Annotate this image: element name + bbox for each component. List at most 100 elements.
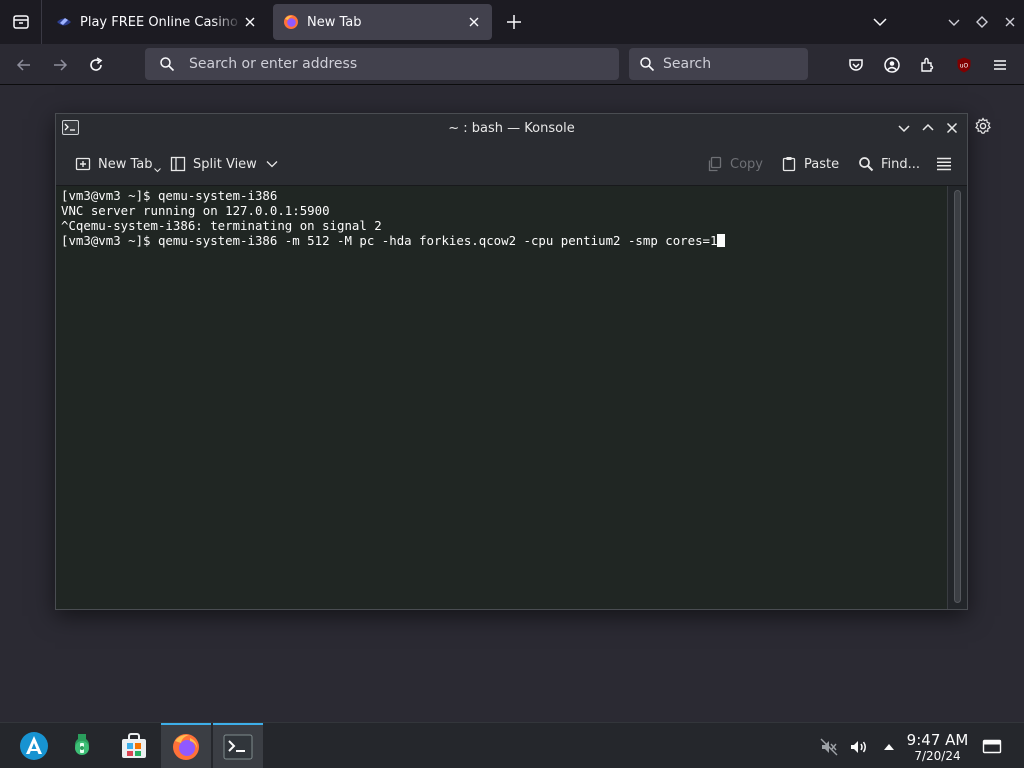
- clock-time: 9:47 AM: [906, 731, 969, 749]
- firefox-icon: [173, 734, 199, 760]
- close-icon: [245, 17, 255, 27]
- tray-expand-button[interactable]: [879, 737, 899, 757]
- close-icon: [1005, 17, 1015, 27]
- new-tab-button[interactable]: [504, 12, 524, 32]
- url-bar-placeholder: Search or enter address: [189, 56, 358, 72]
- volume-icon: [851, 741, 866, 753]
- task-konsole[interactable]: [213, 723, 263, 768]
- close-tab-button[interactable]: [242, 14, 258, 30]
- task-discover[interactable]: [109, 723, 159, 768]
- search-bar[interactable]: Search: [629, 48, 808, 80]
- app-menu-button[interactable]: [989, 54, 1011, 76]
- konsole-close-button[interactable]: [944, 120, 960, 136]
- application-launcher[interactable]: [9, 723, 59, 768]
- chevron-up-icon: [922, 123, 934, 131]
- scrollbar-thumb[interactable]: [954, 190, 961, 603]
- konsole-window: ~ : bash — Konsole New Tab Split View Co…: [55, 113, 968, 610]
- tab-title: Play FREE Online Casino games: [80, 14, 242, 30]
- terminal-line: [vm3@vm3 ~]$ qemu-system-i386: [61, 188, 278, 203]
- split-view-button[interactable]: Split View: [170, 155, 278, 173]
- gear-icon: [975, 117, 991, 134]
- close-tab-button[interactable]: [466, 14, 482, 30]
- konsole-titlebar[interactable]: ~ : bash — Konsole: [56, 114, 967, 142]
- svg-text:uO: uO: [960, 63, 969, 70]
- taskbar: 9:47 AM 7/20/24: [0, 722, 1024, 768]
- firefox-view-icon: [12, 15, 29, 29]
- account-icon: [884, 57, 900, 73]
- firefox-view-button[interactable]: [0, 0, 42, 44]
- maximize-icon: [976, 16, 988, 28]
- terminal-prompt-line: [vm3@vm3 ~]$ qemu-system-i386 -m 512 -M …: [61, 233, 942, 248]
- digital-clock[interactable]: 9:47 AM 7/20/24: [900, 731, 975, 763]
- konsole-icon: [62, 120, 79, 135]
- show-desktop-button[interactable]: [982, 736, 1002, 756]
- menu-icon: [994, 60, 1006, 70]
- casino-favicon: [57, 18, 71, 26]
- arrow-right-icon: [54, 59, 68, 71]
- find-button[interactable]: Find...: [858, 155, 920, 173]
- ublock-button[interactable]: uO: [953, 54, 975, 76]
- copy-icon: [708, 156, 722, 172]
- terminal-line: ^Cqemu-system-i386: terminating on signa…: [61, 218, 382, 233]
- terminal-line: VNC server running on 127.0.0.1:5900: [61, 203, 330, 218]
- new-tab-button[interactable]: New Tab: [75, 155, 161, 173]
- extensions-button[interactable]: [917, 54, 939, 76]
- pocket-icon: [849, 59, 863, 71]
- search-icon: [640, 57, 655, 72]
- show-desktop-icon: [982, 739, 1002, 754]
- audio-muted-icon: [820, 738, 838, 756]
- konsole-toolbar: New Tab Split View Copy Paste Find...: [56, 142, 967, 186]
- back-button[interactable]: [13, 54, 35, 76]
- browser-tab-strip: Play FREE Online Casino games New Tab: [0, 0, 1024, 44]
- ublock-icon: uO: [957, 57, 971, 73]
- account-button[interactable]: [881, 54, 903, 76]
- paste-button[interactable]: Paste: [781, 155, 839, 173]
- extensions-icon: [921, 57, 934, 72]
- clock-date: 7/20/24: [914, 749, 961, 763]
- tray-volume[interactable]: [849, 737, 869, 757]
- browser-nav-bar: Search or enter address Search uO: [0, 44, 1024, 85]
- discover-icon: [122, 733, 146, 758]
- browser-tab-casino[interactable]: Play FREE Online Casino games: [46, 4, 268, 40]
- chevron-down-icon: [898, 125, 910, 133]
- caret-up-icon: [884, 744, 894, 750]
- task-firefox[interactable]: [161, 723, 211, 768]
- window-title: ~ : bash — Konsole: [448, 120, 575, 136]
- app-launcher-icon: [20, 732, 48, 760]
- dropdown-arrow-icon: [153, 167, 161, 172]
- url-bar[interactable]: Search or enter address: [145, 48, 619, 80]
- chevron-down-icon: [266, 161, 278, 168]
- new-tab-label: New Tab: [98, 156, 153, 172]
- close-icon: [469, 17, 479, 27]
- terminal-scrollbar[interactable]: [947, 186, 967, 609]
- copy-button[interactable]: Copy: [707, 155, 763, 173]
- chevron-down-icon: [873, 18, 887, 27]
- reload-button[interactable]: [85, 54, 107, 76]
- task-system-settings[interactable]: [57, 723, 107, 768]
- browser-tab-new-tab[interactable]: New Tab: [273, 4, 492, 40]
- list-all-tabs-button[interactable]: [871, 13, 889, 31]
- plus-icon: [507, 15, 521, 29]
- konsole-menu-button[interactable]: [936, 155, 952, 173]
- settings-button[interactable]: [974, 117, 992, 135]
- search-icon: [859, 157, 874, 172]
- terminal-cursor: [717, 234, 726, 247]
- close-window-button[interactable]: [1001, 13, 1019, 31]
- tray-network-muted[interactable]: [819, 737, 839, 757]
- split-view-label: Split View: [193, 156, 257, 172]
- tab-title: New Tab: [307, 14, 362, 30]
- copy-label: Copy: [730, 156, 763, 172]
- paste-label: Paste: [804, 156, 840, 172]
- maximize-window-button[interactable]: [973, 13, 991, 31]
- forward-button[interactable]: [49, 54, 71, 76]
- terminal-output[interactable]: [vm3@vm3 ~]$ qemu-system-i386 VNC server …: [56, 186, 947, 609]
- new-tab-icon: [75, 157, 91, 171]
- find-label: Find...: [881, 156, 921, 172]
- minimize-window-button[interactable]: [945, 13, 963, 31]
- pocket-button[interactable]: [845, 54, 867, 76]
- konsole-minimize-button[interactable]: [896, 120, 912, 136]
- konsole-maximize-button[interactable]: [920, 120, 936, 136]
- paste-icon: [782, 157, 796, 172]
- terminal-command: [vm3@vm3 ~]$ qemu-system-i386 -m 512 -M …: [61, 233, 718, 248]
- system-settings-icon: [75, 734, 89, 755]
